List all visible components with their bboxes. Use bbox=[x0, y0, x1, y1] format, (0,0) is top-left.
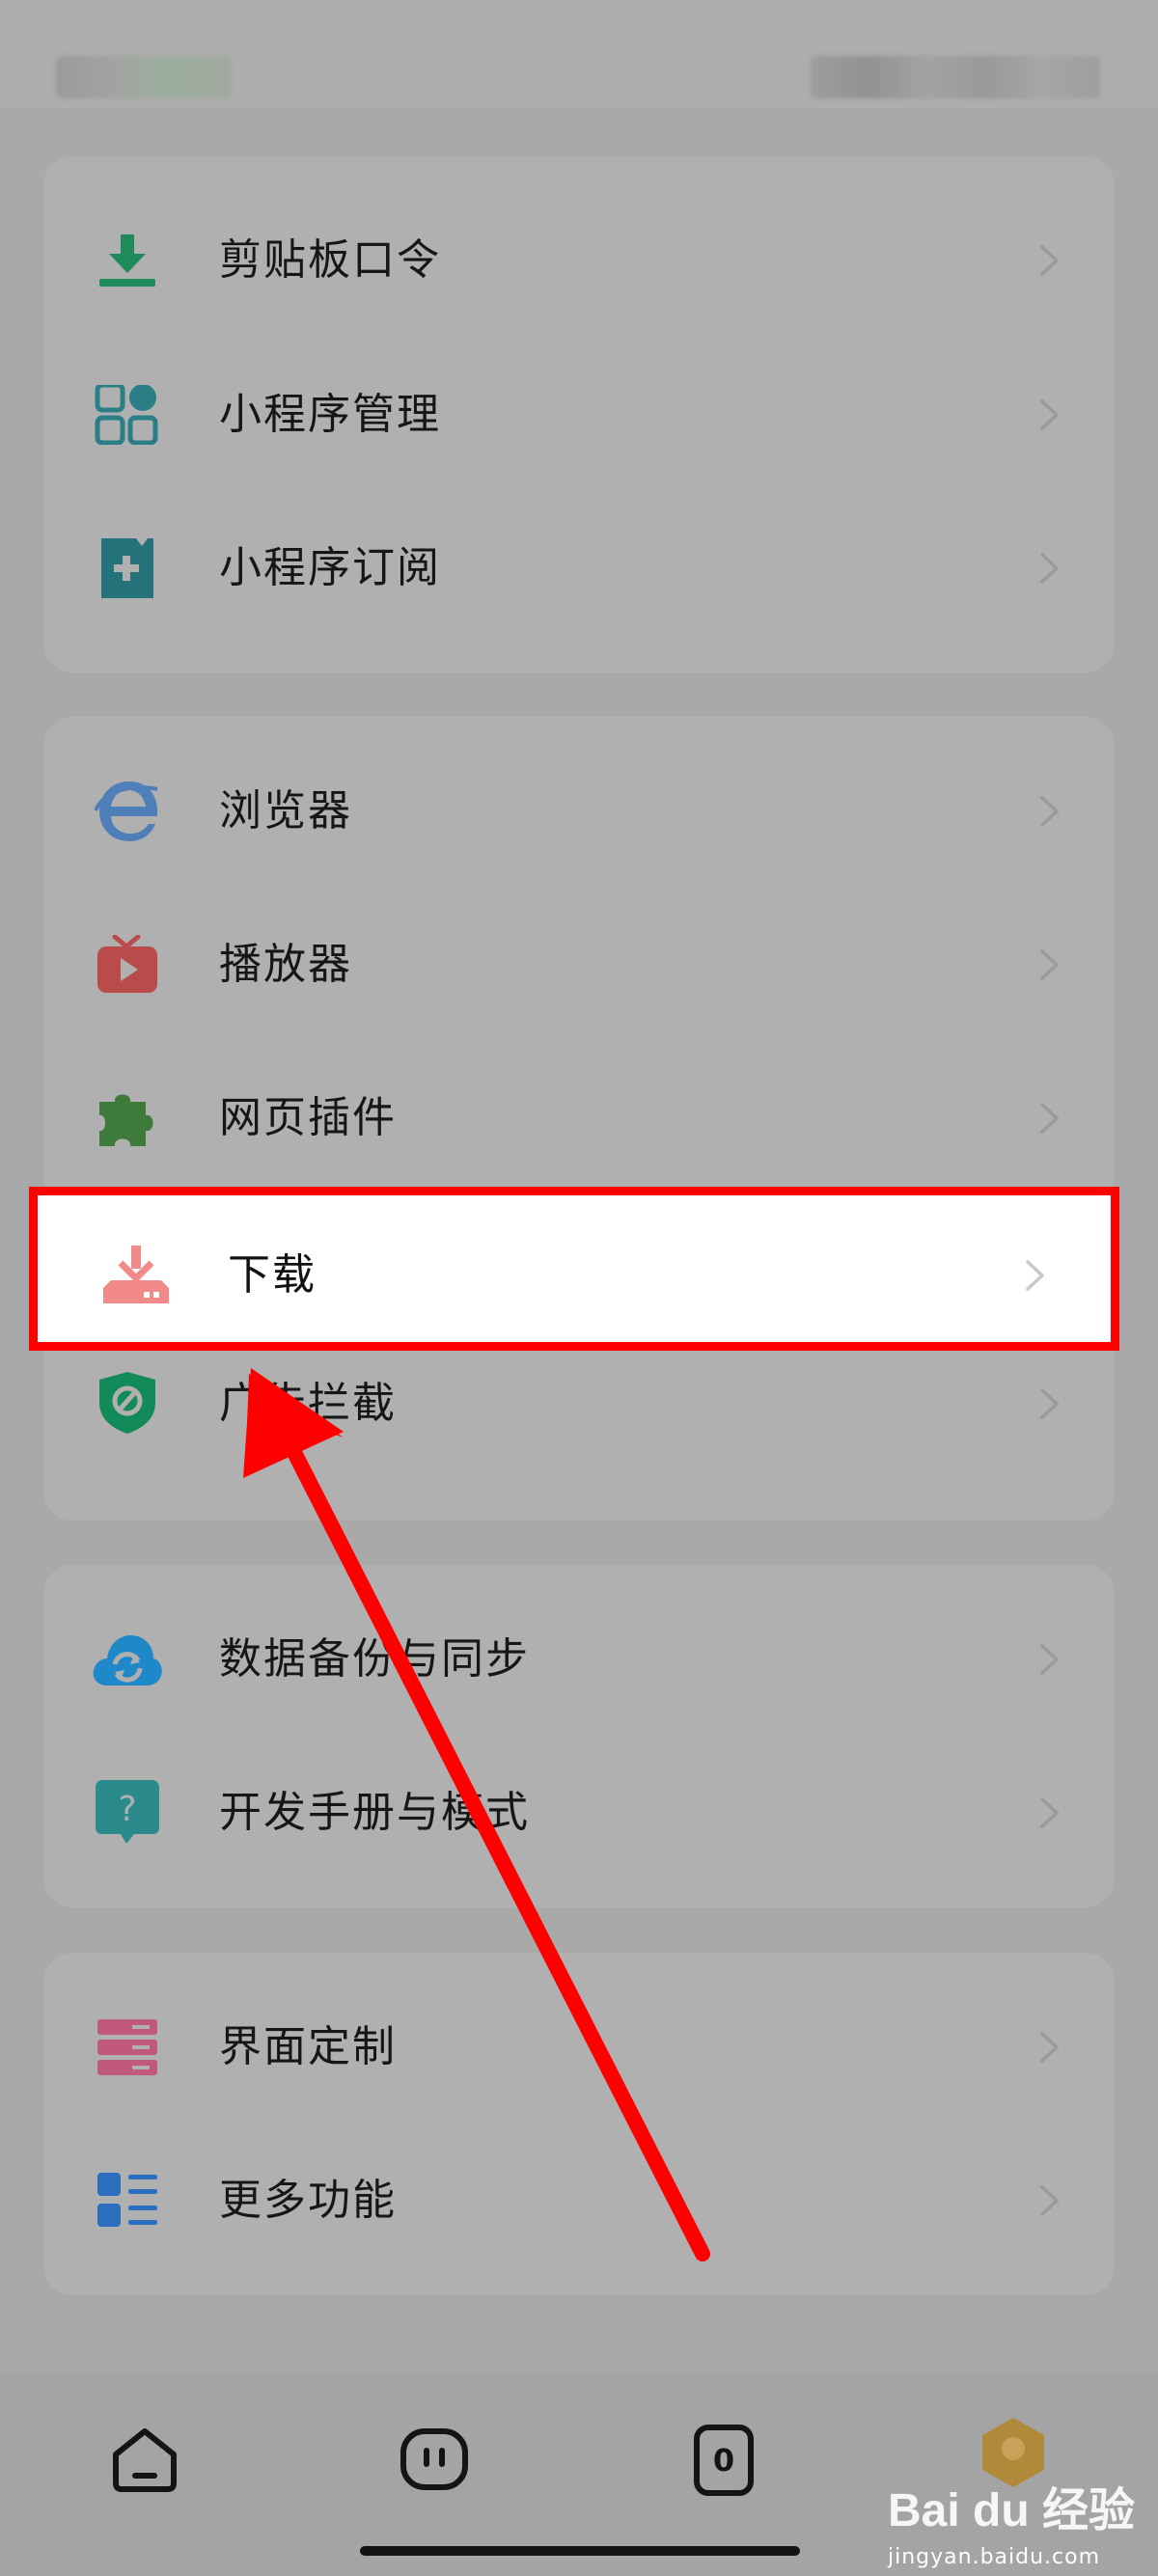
watermark-text: Bai du 经验 bbox=[888, 2485, 1136, 2536]
menu-label: 浏览器 bbox=[219, 786, 352, 836]
blurred-info-right bbox=[811, 56, 1100, 98]
chevron-right-icon bbox=[1040, 553, 1059, 584]
tv-play-icon bbox=[97, 935, 157, 993]
apps-grid-icon bbox=[95, 385, 158, 445]
settings-card-ui: 界面定制 更多功能 bbox=[43, 1953, 1115, 2295]
menu-item-download-highlighted[interactable]: 下载 bbox=[29, 1187, 1119, 1351]
menu-label: 界面定制 bbox=[219, 2022, 397, 2071]
download-icon bbox=[103, 1246, 169, 1303]
bookmark-plus-icon bbox=[101, 538, 153, 598]
status-bar bbox=[0, 0, 1158, 108]
menu-item-dev-manual[interactable]: ? 开发手册与模式 bbox=[43, 1740, 1115, 1885]
watermark-subtext: jingyan.baidu.com bbox=[888, 2545, 1101, 2569]
menu-label: 更多功能 bbox=[219, 2176, 397, 2225]
menu-item-web-plugin[interactable]: 网页插件 bbox=[43, 1046, 1115, 1191]
menu-label: 开发手册与模式 bbox=[219, 1788, 530, 1837]
menu-label: 广告拦截 bbox=[219, 1379, 397, 1428]
svg-text:?: ? bbox=[118, 1790, 136, 1829]
menu-item-adblock[interactable]: 广告拦截 bbox=[43, 1331, 1115, 1476]
menu-item-more-features[interactable]: 更多功能 bbox=[43, 2128, 1115, 2273]
chevron-right-icon bbox=[1040, 1388, 1059, 1419]
menu-item-browser[interactable]: 浏览器 bbox=[43, 739, 1115, 884]
menu-item-miniapp-subscribe[interactable]: 小程序订阅 bbox=[43, 496, 1115, 641]
chevron-right-icon bbox=[1026, 1260, 1044, 1291]
layout-icon bbox=[97, 2019, 157, 2075]
menu-item-player[interactable]: 播放器 bbox=[43, 892, 1115, 1037]
puzzle-icon bbox=[99, 1094, 153, 1146]
chevron-right-icon bbox=[1040, 2185, 1059, 2216]
home-indicator[interactable] bbox=[360, 2546, 800, 2556]
face-icon[interactable] bbox=[396, 2422, 473, 2499]
home-icon[interactable] bbox=[106, 2422, 183, 2499]
chevron-right-icon bbox=[1040, 1103, 1059, 1134]
menu-item-miniapp-manage[interactable]: 小程序管理 bbox=[43, 343, 1115, 487]
menu-item-ui-custom[interactable]: 界面定制 bbox=[43, 1975, 1115, 2120]
settings-card-tools: 剪贴板口令 小程序管理 小程序订阅 bbox=[43, 156, 1115, 672]
menu-label: 小程序管理 bbox=[219, 390, 441, 439]
menu-label: 播放器 bbox=[219, 940, 352, 989]
chevron-right-icon bbox=[1040, 1644, 1059, 1675]
settings-card-browser: 浏览器 播放器 网页插件 广告拦截 bbox=[43, 717, 1115, 1521]
chevron-right-icon bbox=[1040, 245, 1059, 276]
chevron-right-icon bbox=[1040, 2032, 1059, 2063]
menu-label: 下载 bbox=[228, 1250, 317, 1300]
help-bubble-icon: ? bbox=[96, 1780, 159, 1843]
chevron-right-icon bbox=[1040, 949, 1059, 980]
chevron-right-icon bbox=[1040, 1797, 1059, 1828]
tabs-counter-icon[interactable]: 0 bbox=[685, 2422, 762, 2499]
menu-label: 剪贴板口令 bbox=[219, 235, 441, 285]
blurred-info-left bbox=[56, 56, 232, 98]
clipboard-download-icon bbox=[99, 234, 155, 287]
menu-label: 网页插件 bbox=[219, 1093, 397, 1142]
menu-item-clipboard[interactable]: 剪贴板口令 bbox=[43, 188, 1115, 333]
menu-label: 数据备份与同步 bbox=[219, 1634, 530, 1684]
shield-block-icon bbox=[99, 1372, 155, 1434]
menu-item-backup-sync[interactable]: 数据备份与同步 bbox=[43, 1587, 1115, 1732]
menu-label: 小程序订阅 bbox=[219, 543, 441, 592]
browser-e-icon bbox=[94, 781, 158, 841]
cloud-sync-icon bbox=[93, 1635, 162, 1685]
list-icon bbox=[97, 2173, 157, 2227]
chevron-right-icon bbox=[1040, 796, 1059, 827]
tabs-count: 0 bbox=[712, 2442, 735, 2479]
settings-card-data: 数据备份与同步 ? 开发手册与模式 bbox=[43, 1565, 1115, 1907]
chevron-right-icon bbox=[1040, 399, 1059, 430]
